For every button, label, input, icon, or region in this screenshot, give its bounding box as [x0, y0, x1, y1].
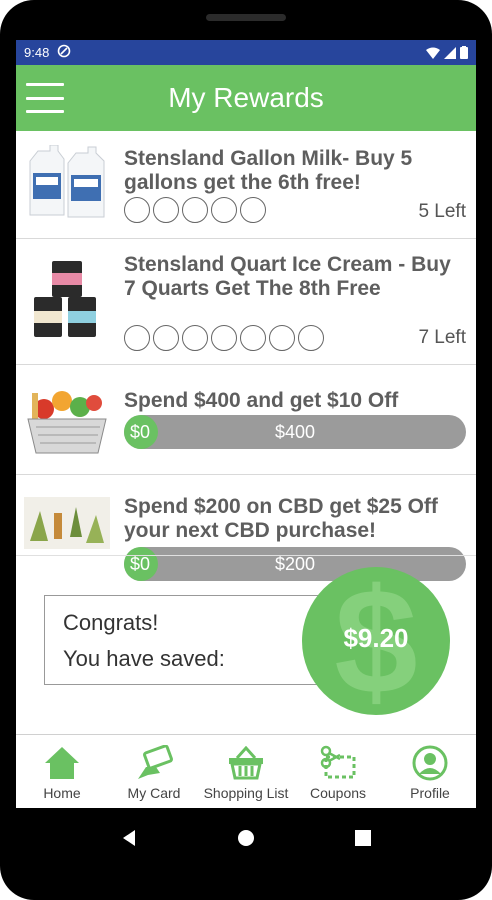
bottom-navigation: Home My Card Shopping List Coupons Profi… — [16, 734, 476, 808]
status-indicators — [426, 46, 468, 59]
reward-title: Spend $200 on CBD get $25 Off your next … — [124, 495, 438, 542]
nav-label: Shopping List — [203, 785, 289, 801]
nav-shopping-list[interactable]: Shopping List — [200, 735, 292, 808]
milk-gallons-image — [24, 144, 110, 224]
spend-progress-bar: $0 $400 — [124, 415, 466, 449]
punch-circle — [153, 325, 179, 351]
signal-icon — [444, 46, 456, 59]
nav-my-card[interactable]: My Card — [108, 735, 200, 808]
punch-circle — [124, 197, 150, 223]
nav-profile[interactable]: Profile — [384, 735, 476, 808]
reward-title: Stensland Quart Ice Cream - Buy 7 Quarts… — [124, 253, 451, 300]
punch-circle — [298, 325, 324, 351]
punch-circle — [182, 325, 208, 351]
savings-box: Congrats! You have saved: — [44, 595, 324, 685]
nav-coupons[interactable]: Coupons — [292, 735, 384, 808]
nav-label: Home — [43, 785, 81, 801]
savings-amount: $9.20 — [343, 623, 409, 653]
reward-item-ice-cream[interactable]: Stensland Quart Ice Cream - Buy 7 Quarts… — [16, 239, 476, 365]
phone-frame: 9:48 My Rewards Stensland Gallon Milk- B… — [0, 0, 492, 900]
data-saver-icon — [57, 44, 71, 61]
status-bar: 9:48 — [16, 40, 476, 65]
nav-label: Profile — [410, 785, 450, 801]
savings-label: You have saved: — [63, 646, 225, 671]
reward-item-milk[interactable]: Stensland Gallon Milk- Buy 5 gallons get… — [16, 131, 476, 239]
nav-label: My Card — [127, 785, 181, 801]
card-icon — [134, 743, 174, 783]
grocery-basket-image — [24, 377, 110, 464]
divider — [16, 555, 476, 556]
basket-icon — [227, 743, 265, 783]
progress-target: $400 — [274, 422, 316, 442]
remaining-count: 5 Left — [418, 201, 466, 222]
punch-circle — [124, 325, 150, 351]
punch-circle — [182, 197, 208, 223]
punch-circle — [269, 325, 295, 351]
savings-badge: $ $9.20 — [302, 567, 450, 715]
app-screen: 9:48 My Rewards Stensland Gallon Milk- B… — [16, 40, 476, 808]
speaker-grille — [206, 14, 286, 21]
home-icon — [43, 743, 81, 783]
cbd-products-image — [24, 497, 110, 554]
punch-card-circles — [124, 325, 324, 351]
punch-circle — [211, 197, 237, 223]
battery-icon — [460, 46, 468, 59]
nav-home[interactable]: Home — [16, 735, 108, 808]
reward-title: Spend $400 and get $10 Off — [124, 389, 399, 412]
app-bar: My Rewards — [16, 65, 476, 131]
recents-icon[interactable] — [354, 829, 372, 847]
home-circle-icon[interactable] — [237, 829, 255, 847]
remaining-count: 7 Left — [418, 327, 466, 348]
back-icon[interactable] — [120, 829, 138, 847]
nav-label: Coupons — [309, 785, 367, 801]
punch-circle — [211, 325, 237, 351]
profile-icon — [411, 743, 449, 783]
savings-congrats: Congrats! — [63, 610, 159, 635]
reward-item-spend-400[interactable]: Spend $400 and get $10 Off $0 $400 — [16, 365, 476, 475]
punch-circle — [240, 325, 266, 351]
status-time: 9:48 — [24, 45, 50, 60]
page-title: My Rewards — [168, 82, 324, 113]
system-navigation — [0, 808, 492, 868]
reward-title: Stensland Gallon Milk- Buy 5 gallons get… — [124, 147, 413, 194]
punch-card-circles — [124, 197, 266, 223]
reward-item-cbd[interactable]: Spend $200 on CBD get $25 Off your next … — [16, 475, 476, 581]
punch-circle — [153, 197, 179, 223]
wifi-icon — [426, 47, 440, 59]
ice-cream-quarts-image — [24, 259, 110, 348]
punch-circle — [240, 197, 266, 223]
scissors-icon — [318, 743, 358, 783]
menu-icon[interactable] — [26, 83, 64, 113]
